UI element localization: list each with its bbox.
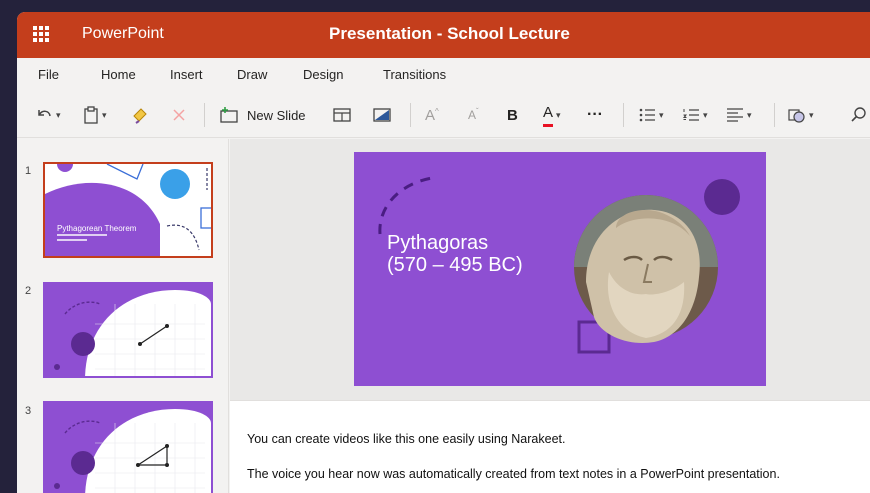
- chevron-down-icon: ▾: [102, 109, 107, 120]
- undo-button[interactable]: ▾: [35, 104, 61, 126]
- new-slide-button[interactable]: New Slide: [219, 104, 306, 126]
- numbering-icon: [682, 109, 699, 121]
- new-slide-icon: [220, 107, 238, 123]
- slide-3-preview: [45, 403, 211, 493]
- document-title[interactable]: Presentation - School Lecture: [329, 24, 570, 44]
- more-options-button[interactable]: ···: [587, 104, 603, 126]
- new-slide-label: New Slide: [247, 107, 306, 123]
- chevron-down-icon: ▾: [56, 109, 61, 120]
- menu-home[interactable]: Home: [101, 67, 136, 82]
- align-left-icon: [727, 108, 743, 122]
- numbering-button[interactable]: ▾: [682, 104, 708, 126]
- increase-font-size-button[interactable]: A ^: [425, 104, 439, 126]
- chevron-down-icon: ▾: [703, 109, 708, 120]
- font-color-button[interactable]: A ▾: [543, 104, 561, 127]
- clipboard-icon: [84, 106, 98, 124]
- app-name[interactable]: PowerPoint: [82, 25, 164, 43]
- notes-line-1: You can create videos like this one easi…: [247, 432, 566, 446]
- title-bar: PowerPoint Presentation - School Lecture: [17, 12, 870, 58]
- format-background-button[interactable]: [373, 104, 391, 126]
- shapes-icon: [788, 109, 805, 123]
- format-painter-button[interactable]: [131, 104, 149, 126]
- decrease-font-size-button[interactable]: Aˇ: [468, 104, 479, 126]
- menu-insert[interactable]: Insert: [170, 67, 203, 82]
- slide-title-line-1: Pythagoras: [387, 232, 489, 254]
- thumbnail-title: Pythagorean Theorem: [57, 224, 137, 233]
- menu-design[interactable]: Design: [303, 67, 343, 82]
- font-color-icon: A: [543, 104, 554, 127]
- background-icon: [373, 108, 391, 122]
- slide-thumbnail-3[interactable]: [43, 401, 213, 493]
- toolbar-divider: [774, 103, 775, 127]
- speaker-notes-pane[interactable]: You can create videos like this one easi…: [230, 400, 870, 493]
- ribbon-toolbar: ▾ ▾ New Slide A ^ Aˇ B A ▾ ··· ▾ ▾ ▾ ▾: [17, 92, 870, 138]
- search-icon: [851, 107, 866, 122]
- notes-line-2: The voice you hear now was automatically…: [247, 467, 780, 481]
- app-launcher-icon[interactable]: [33, 26, 51, 44]
- chevron-down-icon: ▾: [747, 109, 752, 120]
- slide-thumbnail-pane: 1 Pythagorean Theorem 2 3: [17, 139, 229, 493]
- bold-button[interactable]: B: [507, 104, 518, 126]
- slide-title[interactable]: Pythagoras (570 – 495 BC): [387, 232, 523, 276]
- more-icon: ···: [587, 106, 603, 123]
- toolbar-divider: [204, 103, 205, 127]
- slide-2-preview: [45, 284, 211, 376]
- clear-formatting-button[interactable]: [172, 104, 186, 126]
- menu-draw[interactable]: Draw: [237, 67, 267, 82]
- thumbnail-number: 3: [25, 405, 32, 417]
- format-painter-icon: [133, 108, 147, 124]
- current-slide[interactable]: Pythagoras (570 – 495 BC): [354, 152, 766, 386]
- bold-glyph: B: [507, 106, 518, 124]
- bullets-icon: [639, 108, 655, 122]
- font-shrink-glyph: A: [468, 108, 477, 122]
- chevron-down-icon: ▾: [809, 109, 814, 120]
- menu-file[interactable]: File: [38, 67, 59, 82]
- search-button[interactable]: [850, 104, 868, 126]
- slide-1-preview: [45, 164, 211, 256]
- menu-transitions[interactable]: Transitions: [383, 67, 446, 82]
- layout-icon: [333, 108, 351, 122]
- thumbnail-number: 1: [25, 165, 32, 177]
- paste-button[interactable]: ▾: [83, 104, 107, 126]
- thumbnail-number: 2: [25, 285, 32, 297]
- font-grow-glyph: A: [425, 106, 436, 124]
- menu-bar: File Home Insert Draw Design Transitions: [17, 58, 870, 92]
- undo-icon: [38, 110, 51, 117]
- toolbar-divider: [623, 103, 624, 127]
- slide-thumbnail-2[interactable]: [43, 282, 213, 378]
- align-button[interactable]: ▾: [726, 104, 752, 126]
- toolbar-divider: [410, 103, 411, 127]
- app-window: PowerPoint Presentation - School Lecture…: [17, 12, 870, 493]
- slide-thumbnail-1[interactable]: Pythagorean Theorem: [43, 162, 213, 258]
- slide-title-line-2: (570 – 495 BC): [387, 254, 523, 276]
- chevron-down-icon: ▾: [556, 109, 561, 120]
- shapes-button[interactable]: ▾: [788, 104, 814, 126]
- chevron-down-icon: ▾: [659, 109, 664, 120]
- slide-editor-canvas: Pythagoras (570 – 495 BC): [230, 139, 870, 400]
- layout-button[interactable]: [333, 104, 351, 126]
- close-icon: [173, 109, 185, 121]
- bullets-button[interactable]: ▾: [638, 104, 664, 126]
